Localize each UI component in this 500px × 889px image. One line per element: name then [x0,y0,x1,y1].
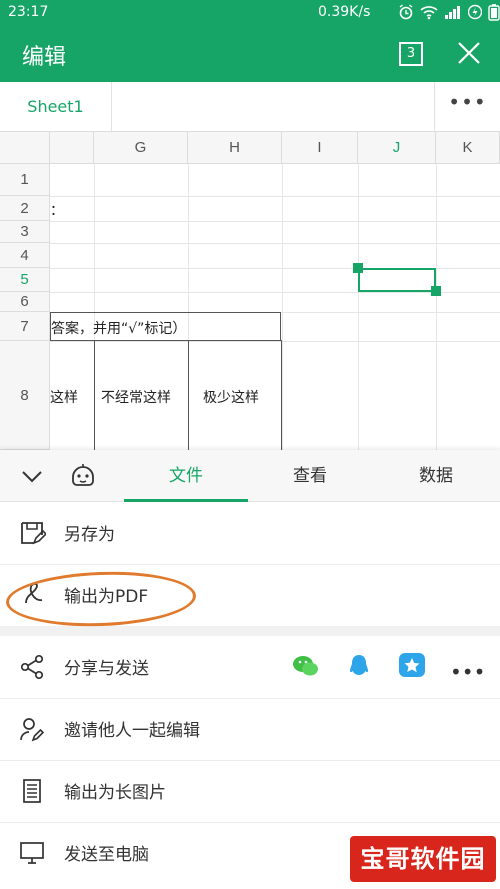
wechat-icon[interactable] [290,650,322,682]
grid-corner [0,132,50,164]
network-speed: 0.39K/s [318,4,371,20]
grid-line [358,164,359,450]
cell-h8-text: 极少这样 [203,390,259,406]
column-header-k[interactable]: K [436,132,500,164]
invite-edit-icon [20,718,45,742]
row-header-6[interactable]: 6 [0,292,50,312]
column-header-h[interactable]: H [188,132,282,164]
file-menu-panel: 文件 查看 数据 另存为 输出为PDF 分享与发送 ••• 邀请他人一起编辑 输… [0,450,500,889]
menu-item-long-image[interactable]: 输出为长图片 [0,760,500,822]
menu-item-label: 发送至电脑 [64,845,149,865]
share-targets [290,650,449,682]
column-header-g[interactable]: G [94,132,188,164]
tab-file[interactable]: 文件 [124,450,248,502]
menu-item-save-as[interactable]: 另存为 [0,502,500,564]
status-icons [398,3,500,21]
tab-view[interactable]: 查看 [248,450,372,502]
watermark-logo: 宝哥软件园 [350,836,496,882]
row-header-8[interactable]: 8 [0,341,50,450]
close-icon[interactable] [455,39,483,67]
cell-h8[interactable]: 极少这样 [188,340,282,450]
status-bar: 23:17 0.39K/s [0,0,500,26]
grid-line [50,196,500,197]
column-header-j[interactable]: J [358,132,436,164]
column-header-i[interactable]: I [282,132,358,164]
app-bar: 编辑 3 [0,26,500,82]
sheet-more-button[interactable]: ••• [434,82,500,131]
menu-item-label: 另存为 [64,525,115,545]
grid-line [282,164,283,450]
cell-g8-text: 不经常这样 [101,390,171,406]
cell-f2[interactable]: ： [50,200,64,220]
row-header-3[interactable]: 3 [0,221,50,243]
row-header-2[interactable]: 2 [0,196,50,221]
cell-f8[interactable]: 这样 [50,340,95,450]
menu-item-label: 输出为长图片 [64,783,166,803]
grid-line [436,164,437,450]
selection-handle-top-left[interactable] [353,263,363,273]
qzone-icon[interactable] [396,650,428,682]
assistant-face-icon[interactable] [68,461,98,491]
alarm-icon [399,4,413,20]
row-header-7[interactable]: 7 [0,312,50,341]
cell-g8[interactable]: 不经常这样 [94,340,189,450]
spreadsheet-grid[interactable]: G H I J K 1 2 3 4 5 6 7 8 ： 答案，并用“√”标记） … [0,132,500,450]
share-icon [20,654,44,680]
qq-icon[interactable] [343,650,375,682]
tab-data[interactable]: 数据 [372,450,500,502]
menu-item-label: 邀请他人一起编辑 [64,721,200,741]
page-title: 编辑 [22,45,67,70]
battery-icon [488,4,500,21]
merged-cell-row7[interactable]: 答案，并用“√”标记） [50,312,281,341]
grid-line [50,243,500,244]
panel-tab-bar: 文件 查看 数据 [0,450,500,502]
column-header-f[interactable] [50,132,94,164]
wifi-icon [420,6,438,20]
row-header-5[interactable]: 5 [0,268,50,292]
share-more-button[interactable]: ••• [450,660,485,684]
selected-cell-j5[interactable] [358,268,436,292]
chevron-down-icon[interactable] [18,462,46,490]
menu-item-invite[interactable]: 邀请他人一起编辑 [0,698,500,760]
computer-icon [20,842,44,864]
row-header-4[interactable]: 4 [0,243,50,268]
selection-handle-bottom-right[interactable] [431,286,441,296]
sheet-tab-bar: Sheet1 ••• [0,82,500,132]
row-header-1[interactable]: 1 [0,164,50,196]
section-gap [0,626,500,636]
charging-icon [468,4,482,20]
cell-f8-text: 这样 [50,390,78,406]
long-image-icon [23,779,41,803]
grid-line [50,221,500,222]
menu-item-share[interactable]: 分享与发送 ••• [0,636,500,698]
status-time: 23:17 [8,4,49,20]
window-count-button[interactable]: 3 [399,42,423,66]
menu-item-label: 分享与发送 [64,659,149,679]
cell-row7-text: 答案，并用“√”标记） [51,321,187,337]
sheet-tab[interactable]: Sheet1 [0,82,112,131]
save-as-icon [21,522,46,545]
signal-icon [445,6,460,19]
